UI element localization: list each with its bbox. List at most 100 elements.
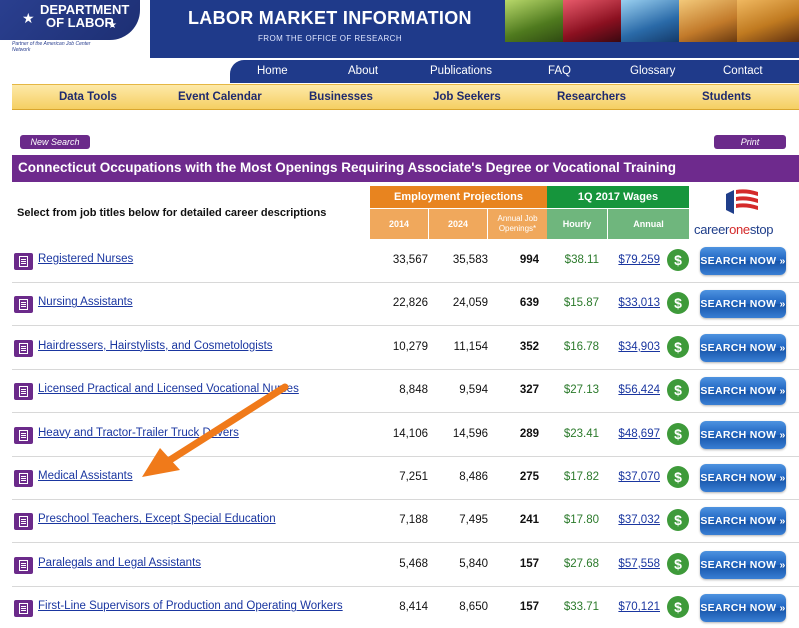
search-now-button[interactable]: SEARCH NOW » [700, 507, 786, 536]
search-now-button[interactable]: SEARCH NOW » [700, 550, 786, 579]
employment-2024: 24,059 [452, 297, 488, 310]
annual-wage-link[interactable]: $37,070 [612, 471, 660, 483]
header-strip [505, 42, 799, 58]
header-photo [737, 0, 799, 42]
ct-dol-logo[interactable]: ★ ★ DEPARTMENT OF LABOR Partner of the A… [0, 0, 150, 58]
table-row: Licensed Practical and Licensed Vocation… [12, 370, 799, 414]
employment-2024: 7,495 [459, 514, 488, 527]
dollar-icon[interactable]: $ [667, 379, 689, 402]
dollar-icon[interactable]: $ [667, 596, 689, 619]
search-now-button[interactable]: SEARCH NOW » [700, 247, 786, 275]
header-photo [505, 0, 563, 42]
dollar-icon[interactable]: $ [667, 552, 689, 575]
employment-2014: 33,567 [392, 254, 428, 266]
annual-openings: 352 [519, 340, 539, 353]
annual-wage-link[interactable]: $79,259 [612, 254, 660, 266]
dollar-icon[interactable]: $ [667, 509, 689, 532]
careeronestop-stop: stop [749, 222, 774, 237]
annual-wage-link[interactable]: $56,424 [612, 384, 660, 396]
dollar-icon[interactable]: $ [667, 335, 689, 358]
annual-openings: 327 [519, 384, 539, 397]
page-subtitle: FROM THE OFFICE OF RESEARCH [258, 34, 402, 43]
table-row: Heavy and Tractor-Trailer Truck Drivers 1… [12, 414, 799, 457]
search-now-button[interactable]: SEARCH NOW » [700, 420, 786, 449]
careeronestop-career: career [694, 222, 730, 237]
employment-2024: 8,650 [459, 601, 488, 614]
dollar-icon[interactable]: $ [667, 466, 689, 488]
occupation-profile-icon[interactable] [14, 426, 33, 444]
occupation-profile-icon[interactable] [14, 470, 33, 487]
site-header: ★ ★ DEPARTMENT OF LABOR Partner of the A… [0, 0, 799, 58]
nav-faq[interactable]: FAQ [548, 65, 571, 77]
occupation-link[interactable]: Nursing Assistants [38, 296, 133, 308]
occupation-profile-icon[interactable] [14, 296, 33, 314]
occupation-profile-icon[interactable] [14, 513, 33, 531]
col-header-2024: 2024 [429, 209, 487, 239]
employment-2014: 7,251 [399, 471, 428, 483]
search-now-button[interactable]: SEARCH NOW » [700, 377, 786, 406]
employment-2024: 5,840 [459, 557, 488, 570]
dollar-icon[interactable]: $ [667, 422, 689, 445]
nav-about[interactable]: About [348, 65, 378, 77]
occupation-link[interactable]: Medical Assistants [38, 470, 133, 482]
new-search-button[interactable]: New Search [20, 135, 90, 149]
annual-openings: 157 [519, 557, 539, 570]
annual-openings: 289 [519, 427, 539, 440]
wages-header: 1Q 2017 Wages [547, 186, 689, 208]
table-row: Medical Assistants 7,251 8,486 275 $17.82 $37… [12, 457, 799, 500]
nav-students[interactable]: Students [702, 91, 751, 103]
occupation-profile-icon[interactable] [14, 383, 33, 401]
annual-wage-link[interactable]: $33,013 [612, 297, 660, 309]
search-now-button[interactable]: SEARCH NOW » [700, 594, 786, 623]
occupation-link[interactable]: Preschool Teachers, Except Special Educa… [38, 513, 276, 525]
header-photo [563, 0, 621, 42]
document-icon [19, 559, 28, 571]
employment-2024: 11,154 [453, 340, 488, 353]
print-button[interactable]: Print [714, 135, 786, 149]
occupation-link[interactable]: Licensed Practical and Licensed Vocation… [38, 383, 299, 395]
col-header-annual: Annual [608, 209, 689, 239]
search-now-button[interactable]: SEARCH NOW » [700, 333, 786, 362]
table-instruction: Select from job titles below for detaile… [17, 207, 327, 219]
nav-event-calendar[interactable]: Event Calendar [178, 91, 262, 103]
col-header-annual-openings: Annual Job Openings* [488, 209, 547, 239]
nav-researchers[interactable]: Researchers [557, 91, 626, 103]
search-now-button[interactable]: SEARCH NOW » [700, 464, 786, 492]
nav-home[interactable]: Home [257, 65, 288, 77]
document-icon [19, 256, 28, 267]
hourly-wage: $15.87 [563, 297, 599, 310]
annual-wage-link[interactable]: $37,032 [612, 514, 660, 526]
annual-wage-link[interactable]: $48,697 [612, 428, 660, 440]
nav-publications[interactable]: Publications [430, 65, 492, 77]
annual-wage-link[interactable]: $34,903 [612, 341, 660, 353]
logo-partner-text: Partner of the American Job Center Netwo… [12, 41, 91, 53]
occupation-profile-icon[interactable] [14, 600, 33, 618]
nav-job-seekers[interactable]: Job Seekers [433, 91, 501, 103]
annual-wage-link[interactable]: $57,558 [612, 558, 660, 570]
occupation-profile-icon[interactable] [14, 556, 33, 574]
annual-openings: 994 [519, 254, 539, 266]
section-title: Connecticut Occupations with the Most Op… [18, 160, 677, 175]
occupation-profile-icon[interactable] [14, 339, 33, 357]
nav-businesses[interactable]: Businesses [309, 91, 373, 103]
annual-wage-link[interactable]: $70,121 [612, 601, 660, 613]
occupation-link[interactable]: Paralegals and Legal Assistants [38, 557, 201, 569]
hourly-wage: $27.68 [563, 557, 599, 570]
dollar-icon[interactable]: $ [667, 249, 689, 271]
search-now-button[interactable]: SEARCH NOW » [700, 290, 786, 319]
occupation-link[interactable]: Heavy and Tractor-Trailer Truck Drivers [38, 427, 239, 439]
annual-openings: 275 [519, 471, 539, 483]
careeronestop-logo[interactable]: careeronestop [694, 186, 794, 240]
occupation-link[interactable]: Hairdressers, Hairstylists, and Cosmetol… [38, 340, 273, 352]
dollar-icon[interactable]: $ [667, 292, 689, 315]
occupation-link[interactable]: Registered Nurses [38, 253, 133, 265]
employment-2014: 8,414 [399, 601, 428, 614]
nav-data-tools[interactable]: Data Tools [59, 91, 117, 103]
hourly-wage: $33.71 [563, 601, 599, 614]
nav-contact[interactable]: Contact [723, 65, 763, 77]
nav-glossary[interactable]: Glossary [630, 65, 675, 77]
section-title-bar: Connecticut Occupations with the Most Op… [12, 155, 799, 182]
table-row: Preschool Teachers, Except Special Educa… [12, 500, 799, 544]
occupation-link[interactable]: First-Line Supervisors of Production and… [38, 600, 343, 612]
occupation-profile-icon[interactable] [14, 253, 33, 270]
